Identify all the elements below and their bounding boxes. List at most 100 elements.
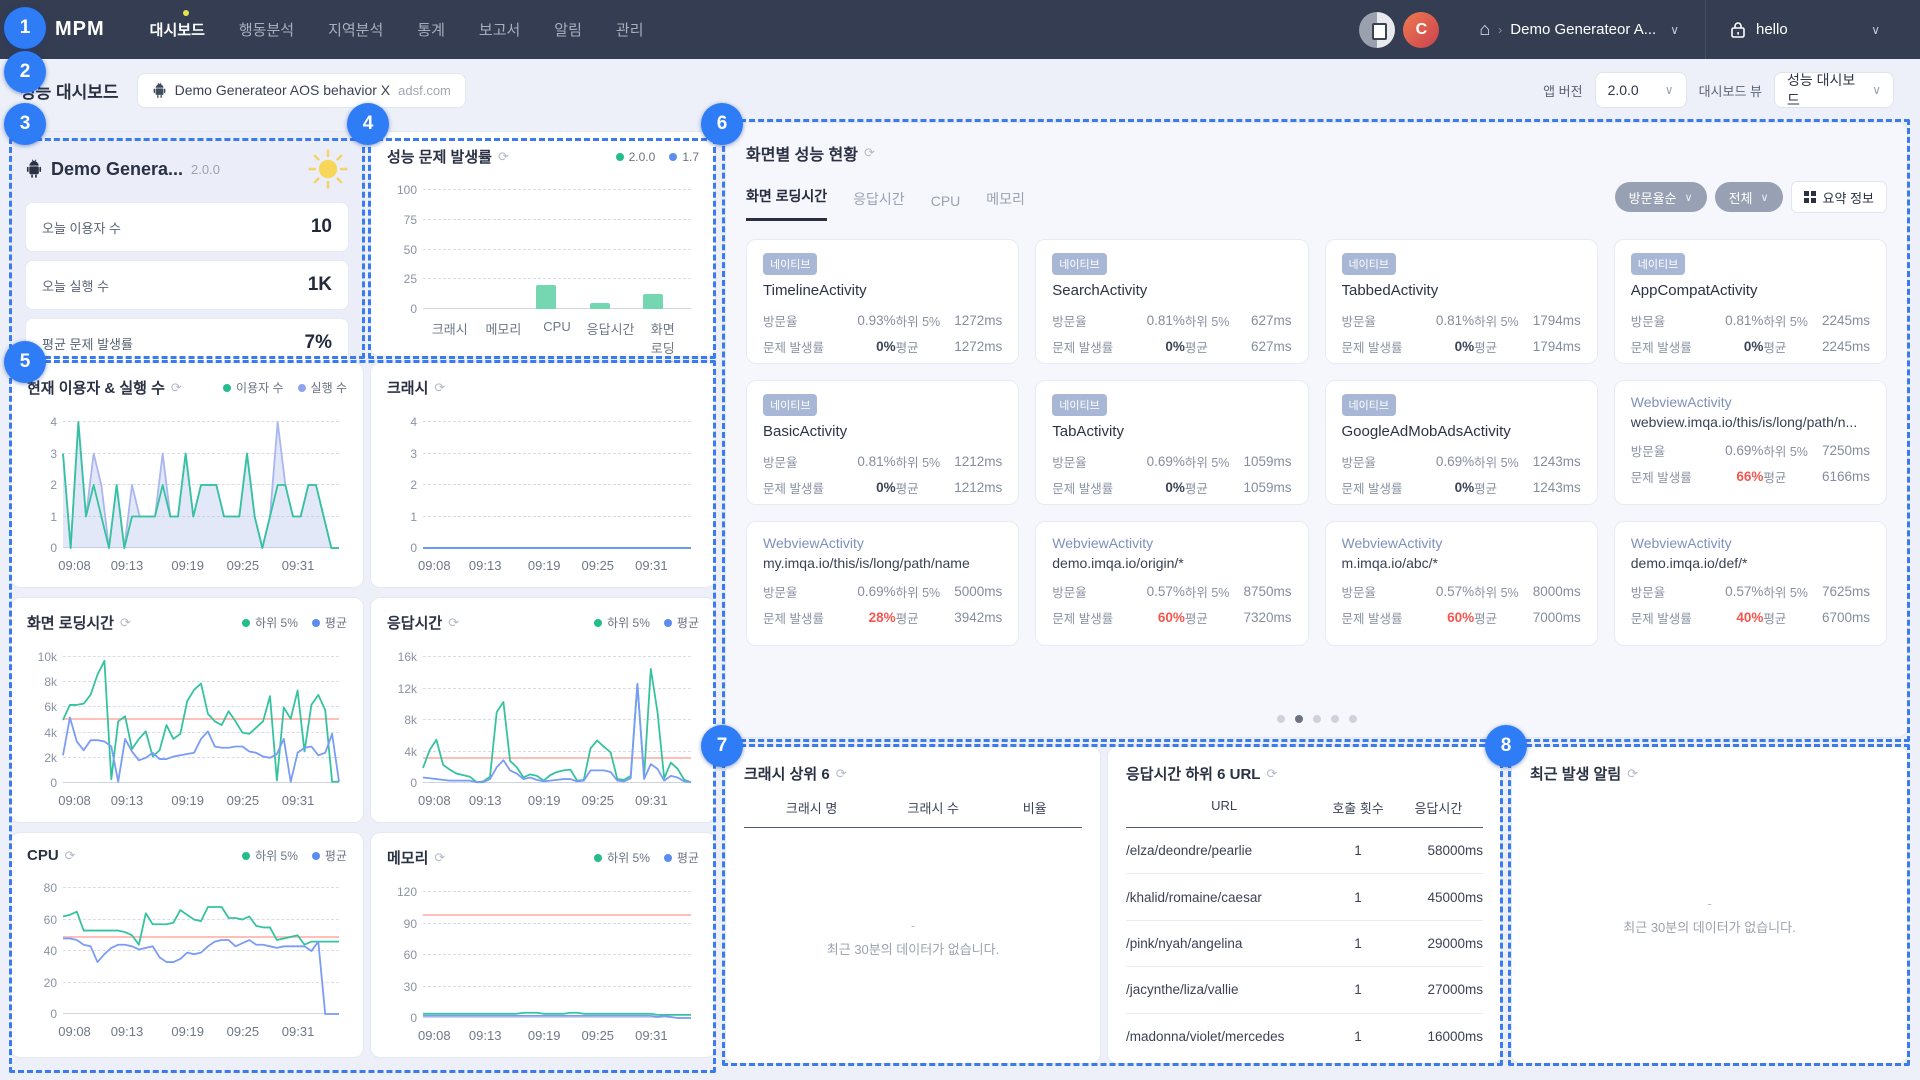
refresh-icon[interactable] bbox=[434, 850, 445, 866]
bar-2.0.0 bbox=[536, 285, 556, 309]
user-menu[interactable]: hello bbox=[1730, 21, 1880, 39]
nav-item-admin[interactable]: 관리 bbox=[616, 19, 644, 40]
activity-card[interactable]: WebviewActivitydemo.imqa.io/origin/*방문율0… bbox=[1035, 521, 1308, 646]
issue-value: 0% bbox=[1709, 339, 1764, 354]
activity-card[interactable]: WebviewActivitym.imqa.io/abc/*방문율0.57%하위… bbox=[1325, 521, 1598, 646]
activity-url: my.imqa.io/this/is/long/path/name bbox=[763, 555, 1002, 571]
activity-card[interactable]: 네이티브BasicActivity방문율0.81%하위 5%1212ms문제 발… bbox=[746, 380, 1019, 505]
refresh-icon[interactable] bbox=[836, 766, 847, 782]
y-axis-tick: 10k bbox=[27, 650, 57, 664]
app-icon-avatar[interactable] bbox=[1359, 12, 1395, 48]
filter-dropdown[interactable]: 전체 bbox=[1715, 182, 1783, 212]
url-time-cell: 27000ms bbox=[1394, 982, 1483, 997]
activity-stats: 방문율0.69%하위 5%1059ms문제 발생률0%평균1059ms bbox=[1052, 452, 1291, 497]
refresh-icon[interactable] bbox=[864, 145, 875, 161]
nav-item-stats[interactable]: 통계 bbox=[417, 19, 445, 40]
pagination-dot-2[interactable] bbox=[1295, 715, 1303, 723]
url-table-row[interactable]: /madonna/violet/mercedes116000ms bbox=[1126, 1014, 1483, 1060]
chevron-down-icon bbox=[1670, 23, 1679, 37]
pagination-dot-3[interactable] bbox=[1313, 715, 1321, 723]
refresh-icon[interactable] bbox=[498, 149, 509, 165]
refresh-icon[interactable] bbox=[171, 380, 182, 396]
app-chip[interactable]: Demo Generateor AOS behavior X adsf.com bbox=[137, 73, 466, 108]
issue-label: 문제 발생률 bbox=[1342, 608, 1420, 627]
activity-card[interactable]: 네이티브TimelineActivity방문율0.93%하위 5%1272ms문… bbox=[746, 239, 1019, 364]
activity-card[interactable]: WebviewActivitywebview.imqa.io/this/is/l… bbox=[1614, 380, 1887, 505]
refresh-icon[interactable] bbox=[1627, 766, 1638, 782]
p5-value: 1272ms bbox=[948, 313, 1003, 328]
avg-label: 평균 bbox=[1763, 337, 1815, 356]
pagination-dot-5[interactable] bbox=[1349, 715, 1357, 723]
y-axis-tick: 0 bbox=[387, 302, 417, 316]
activity-card[interactable]: 네이티브GoogleAdMobAdsActivity방문율0.69%하위 5%1… bbox=[1325, 380, 1598, 505]
legend-item: 평균 bbox=[664, 849, 699, 866]
nav-item-dashboard[interactable]: 대시보드 bbox=[150, 19, 205, 40]
refresh-icon[interactable] bbox=[1266, 766, 1277, 782]
x-axis-label: 09:31 bbox=[282, 558, 315, 573]
activity-card[interactable]: 네이티브TabActivity방문율0.69%하위 5%1059ms문제 발생률… bbox=[1035, 380, 1308, 505]
activity-stats: 방문율0.69%하위 5%5000ms문제 발생률28%평균3942ms bbox=[763, 582, 1002, 627]
alerts-title: 최근 발생 알림 bbox=[1530, 763, 1621, 784]
activity-card[interactable]: 네이티브SearchActivity방문율0.81%하위 5%627ms문제 발… bbox=[1035, 239, 1308, 364]
app-switcher[interactable]: › Demo Generateor A... bbox=[1479, 19, 1679, 40]
column-header: 호출 횟수 bbox=[1322, 798, 1393, 817]
activity-card[interactable]: WebviewActivitydemo.imqa.io/def/*방문율0.57… bbox=[1614, 521, 1887, 646]
x-axis: 09:0809:1309:1909:2509:31 bbox=[423, 554, 691, 574]
pagination-dot-1[interactable] bbox=[1277, 715, 1285, 723]
sort-dropdown[interactable]: 방문율순 bbox=[1615, 182, 1707, 212]
column-header: 응답시간 bbox=[1394, 798, 1483, 817]
legend-dot-icon bbox=[594, 619, 602, 627]
tab-loading[interactable]: 화면 로딩시간 bbox=[746, 186, 827, 221]
nav-item-behavior[interactable]: 행동분석 bbox=[239, 19, 294, 40]
top-nav: MPM 대시보드 행동분석 지역분석 통계 보고서 알림 관리 C › Demo Gener… bbox=[0, 0, 1920, 59]
chart-legend: 2.0.01.7 bbox=[616, 150, 699, 164]
app-logo[interactable]: MPM bbox=[55, 18, 105, 41]
url-table-row[interactable]: /khalid/romaine/caesar145000ms bbox=[1126, 874, 1483, 920]
tab-cpu[interactable]: CPU bbox=[931, 193, 961, 221]
screen-loading-chart-card: 화면 로딩시간하위 5%평균02k4k6k8k10k09:0809:1309:1… bbox=[10, 597, 364, 823]
section-title: 화면별 성능 현황 bbox=[746, 141, 858, 165]
chevron-down-icon bbox=[1685, 191, 1693, 204]
visit-label: 방문율 bbox=[1631, 582, 1709, 601]
app-summary-card: Demo Genera... 2.0.0 오늘 이용자 수10오늘 실행 수1K… bbox=[10, 131, 364, 357]
user-avatar[interactable]: C bbox=[1403, 12, 1439, 48]
url-url-cell: /elza/deondre/pearlie bbox=[1126, 843, 1322, 858]
refresh-icon[interactable] bbox=[65, 848, 76, 864]
tab-response[interactable]: 응답시간 bbox=[853, 189, 905, 221]
x-axis-label: 09:31 bbox=[635, 558, 668, 573]
refresh-icon[interactable] bbox=[120, 615, 131, 631]
activity-title: TabbedActivity bbox=[1342, 282, 1581, 299]
url-table-row[interactable]: /pink/nyah/angelina129000ms bbox=[1126, 921, 1483, 967]
chart-title: CPU bbox=[27, 847, 59, 864]
url-table-row[interactable]: /elza/deondre/pearlie158000ms bbox=[1126, 828, 1483, 874]
column-header: 크래시 명 bbox=[744, 798, 879, 817]
summary-info-button[interactable]: 요약 정보 bbox=[1791, 181, 1887, 213]
y-axis-tick: 25 bbox=[387, 272, 417, 286]
avg-value: 1243ms bbox=[1526, 480, 1581, 495]
stat-label: 오늘 이용자 수 bbox=[42, 218, 121, 237]
nav-item-region[interactable]: 지역분석 bbox=[328, 19, 383, 40]
activity-card[interactable]: 네이티브AppCompatActivity방문율0.81%하위 5%2245ms… bbox=[1614, 239, 1887, 364]
nav-item-report[interactable]: 보고서 bbox=[479, 19, 520, 40]
p5-label: 하위 5% bbox=[1763, 582, 1815, 601]
activity-url: demo.imqa.io/def/* bbox=[1631, 555, 1870, 571]
activity-title: WebviewActivity bbox=[1052, 535, 1291, 551]
nav-item-alert[interactable]: 알림 bbox=[554, 19, 582, 40]
activity-card[interactable]: WebviewActivitymy.imqa.io/this/is/long/p… bbox=[746, 521, 1019, 646]
response-chart-card: 응답시간하위 5%평균04k8k12k16k09:0809:1309:1909:… bbox=[370, 597, 716, 823]
avg-label: 평균 bbox=[896, 337, 948, 356]
refresh-icon[interactable] bbox=[434, 380, 445, 396]
breadcrumb-separator: › bbox=[1498, 23, 1502, 37]
refresh-icon[interactable] bbox=[448, 615, 459, 631]
x-axis-label: 09:08 bbox=[418, 558, 451, 573]
chevron-down-icon bbox=[1760, 191, 1768, 204]
url-table-row[interactable]: /jacynthe/liza/vallie127000ms bbox=[1126, 967, 1483, 1013]
activity-card[interactable]: 네이티브TabbedActivity방문율0.81%하위 5%1794ms문제 … bbox=[1325, 239, 1598, 364]
tab-memory[interactable]: 메모리 bbox=[986, 189, 1025, 221]
app-version-select[interactable]: 2.0.0 bbox=[1595, 72, 1687, 108]
pagination-dot-4[interactable] bbox=[1331, 715, 1339, 723]
y-axis-tick: 4k bbox=[27, 726, 57, 740]
empty-message: 최근 30분의 데이터가 없습니다. bbox=[827, 939, 999, 958]
x-axis-label: 메모리 bbox=[485, 319, 521, 338]
dashboard-view-select[interactable]: 성능 대시보드 bbox=[1774, 72, 1894, 108]
